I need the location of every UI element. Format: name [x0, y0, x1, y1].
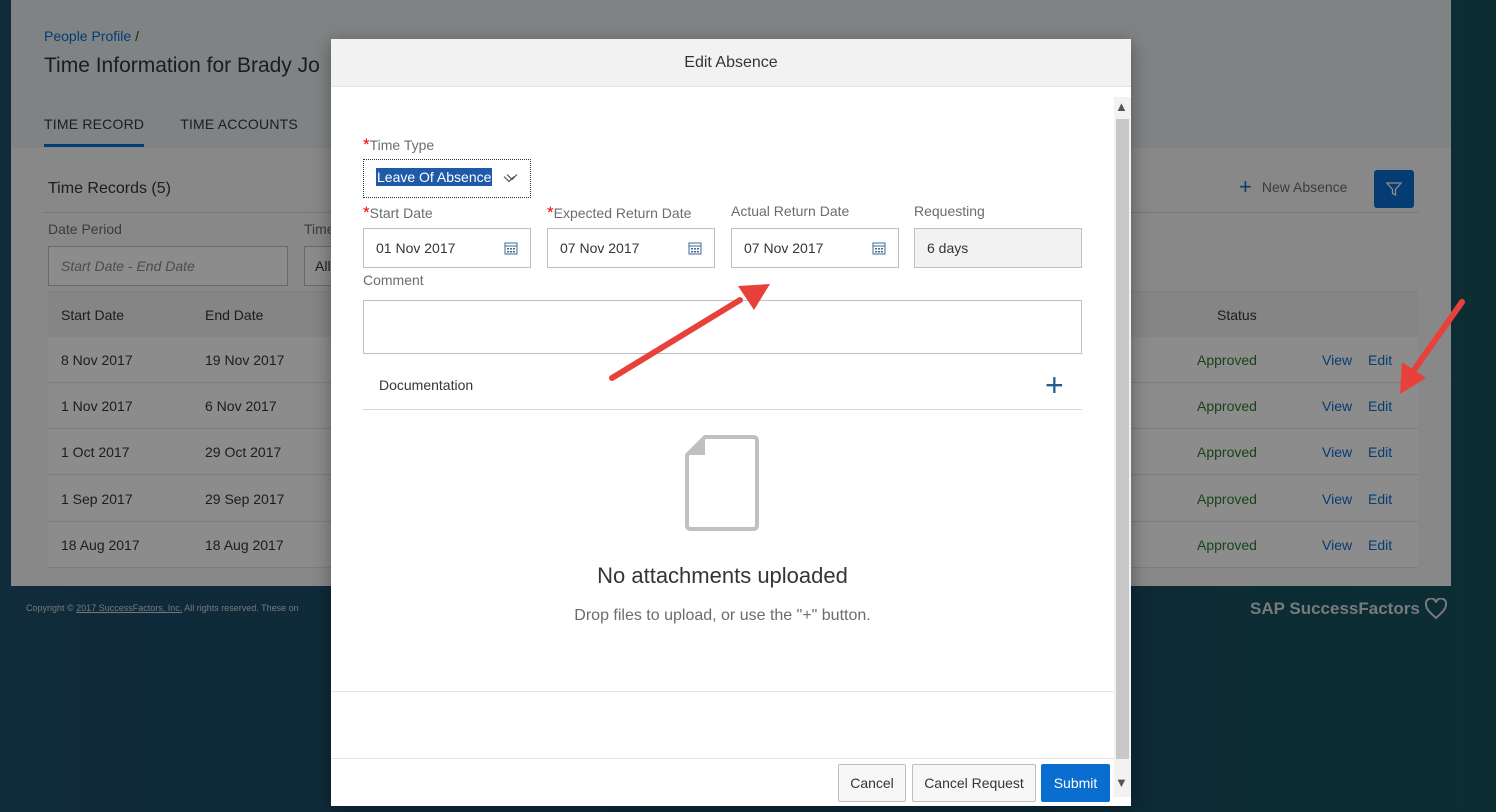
requesting-label: Requesting	[914, 203, 985, 219]
time-type-value: Leave Of Absence	[376, 168, 493, 186]
chevron-down-icon[interactable]	[503, 173, 515, 185]
actual-return-value: 07 Nov 2017	[744, 240, 824, 256]
comment-label: Comment	[363, 272, 424, 288]
expected-return-label: *Expected Return Date	[547, 203, 691, 223]
footer-divider	[331, 758, 1114, 759]
expected-return-label-text: Expected Return Date	[553, 205, 692, 221]
calendar-icon[interactable]	[872, 241, 886, 255]
edit-absence-dialog: Edit Absence ▲ ▼ *Time Type Leave Of Abs…	[331, 39, 1131, 806]
submit-button[interactable]: Submit	[1041, 764, 1110, 802]
expected-return-value: 07 Nov 2017	[560, 240, 640, 256]
select-arrow-area	[518, 160, 530, 197]
start-date-input[interactable]: 01 Nov 2017	[363, 228, 531, 268]
comment-textarea[interactable]	[363, 300, 1082, 354]
start-date-label-text: Start Date	[369, 205, 433, 221]
scroll-thumb[interactable]	[1116, 119, 1129, 759]
requesting-value-field: 6 days	[914, 228, 1082, 268]
actual-return-label: Actual Return Date	[731, 203, 850, 219]
cancel-button[interactable]: Cancel	[838, 764, 906, 802]
empty-attachments-title: No attachments uploaded	[597, 563, 848, 588]
dialog-title: Edit Absence	[331, 39, 1131, 87]
empty-attachments-hint: Drop files to upload, or use the "+" but…	[574, 607, 871, 624]
required-mark: *	[547, 203, 554, 222]
calendar-icon[interactable]	[688, 241, 702, 255]
add-attachment-plus-icon[interactable]: +	[1045, 369, 1064, 401]
time-type-label-text: Time Type	[369, 137, 435, 153]
expected-return-input[interactable]: 07 Nov 2017	[547, 228, 715, 268]
divider	[331, 691, 1114, 692]
chevron-down-icon[interactable]: ▼	[1115, 775, 1128, 790]
cancel-request-button[interactable]: Cancel Request	[912, 764, 1036, 802]
documentation-label: Documentation	[379, 377, 474, 393]
documentation-section: Documentation +	[363, 365, 1082, 410]
chevron-up-icon[interactable]: ▲	[1115, 99, 1128, 114]
time-type-label: *Time Type	[363, 135, 434, 155]
requesting-value: 6 days	[927, 240, 969, 256]
required-mark: *	[363, 203, 370, 222]
actual-return-input[interactable]: 07 Nov 2017	[731, 228, 899, 268]
start-date-label: *Start Date	[363, 203, 433, 223]
start-date-value: 01 Nov 2017	[376, 240, 456, 256]
required-mark: *	[363, 135, 370, 154]
document-icon	[685, 435, 759, 531]
dialog-scrollbar[interactable]: ▲ ▼	[1114, 97, 1131, 797]
calendar-icon[interactable]	[504, 241, 518, 255]
